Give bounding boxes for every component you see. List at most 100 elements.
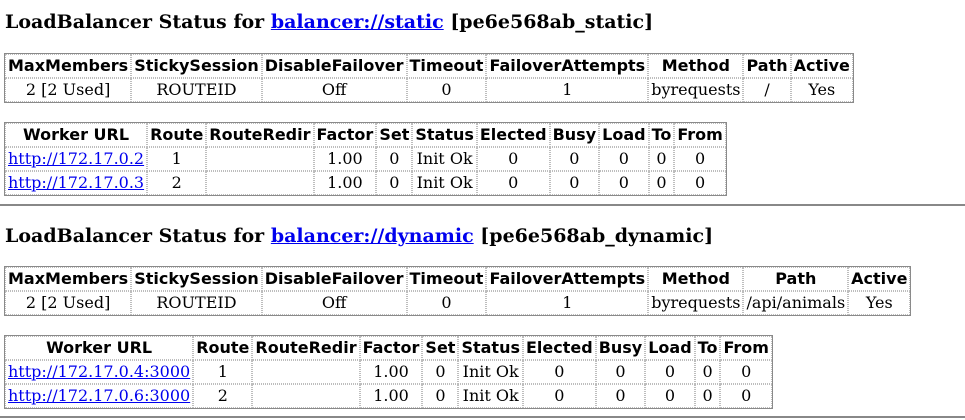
summary-cell: Off [261,78,407,102]
worker-table: Worker URL Route RouteRedir Factor Set Status… [4,335,773,409]
worker-header: Status [412,123,477,147]
summary-cell: Yes [790,78,853,102]
worker-cell [206,147,314,171]
summary-header: FailoverAttempts [486,54,649,78]
summary-cell: Off [261,291,407,315]
summary-header: MaxMembers [5,54,132,78]
worker-table: Worker URL Route RouteRedir Factor Set Status… [4,122,727,196]
worker-cell [252,384,360,408]
balancer-title-prefix: LoadBalancer Status for [5,225,265,247]
summary-cell: ROUTEID [131,78,262,102]
summary-header: StickySession [131,267,262,291]
worker-cell: 0 [522,360,596,384]
worker-header: Busy [549,123,600,147]
worker-header: Load [645,336,695,360]
summary-header: Timeout [406,267,487,291]
summary-header: Path [743,267,849,291]
worker-cell: 0 [595,384,646,408]
summary-cell: 0 [406,291,487,315]
worker-cell: 0 [674,147,726,171]
summary-cell: / [743,78,791,102]
summary-header: FailoverAttempts [486,267,649,291]
worker-cell: 1.00 [359,360,423,384]
summary-header: StickySession [131,54,262,78]
worker-cell: Init Ok [412,147,477,171]
worker-cell: 1 [193,360,253,384]
worker-cell: 0 [694,384,721,408]
worker-cell: 0 [549,147,600,171]
worker-cell: 1.00 [313,171,377,195]
worker-cell: 0 [720,384,772,408]
summary-cell: 0 [406,78,487,102]
worker-header: Load [599,123,649,147]
worker-header: Route [193,336,253,360]
summary-cell: 2 [2 Used] [5,291,132,315]
worker-header: Set [422,336,459,360]
summary-header: Path [743,54,791,78]
balancer-link[interactable]: balancer://static [271,11,444,33]
balancer-title: LoadBalancer Status for balancer://stati… [5,11,653,33]
worker-cell: 0 [674,171,726,195]
worker-header: Worker URL [5,123,148,147]
summary-cell: /api/animals [743,291,849,315]
worker-row: http://172.17.0.3 2 1.00 0 Init Ok 0 0 0 0 0 [5,171,726,195]
balancer-id: [pe6e568ab_static] [450,11,654,33]
worker-cell: Init Ok [458,360,523,384]
worker-cell: 0 [645,384,695,408]
worker-url-link[interactable]: http://172.17.0.4:3000 [8,362,190,381]
worker-cell: 0 [595,360,646,384]
worker-header: To [694,336,721,360]
summary-header: Active [848,267,911,291]
summary-cell: Yes [848,291,911,315]
worker-cell: 0 [599,171,649,195]
worker-cell: Init Ok [412,171,477,195]
worker-header: To [648,123,675,147]
worker-cell: 1.00 [313,147,377,171]
worker-header: Factor [313,123,377,147]
worker-cell: 0 [422,384,459,408]
worker-header: Factor [359,336,423,360]
worker-url-link[interactable]: http://172.17.0.6:3000 [8,386,190,405]
worker-cell: 0 [376,147,413,171]
worker-cell: Init Ok [458,384,523,408]
worker-cell: 0 [648,171,675,195]
worker-cell: 0 [522,384,596,408]
worker-url-cell: http://172.17.0.6:3000 [5,384,194,408]
summary-cell: byrequests [648,78,744,102]
worker-header: Elected [522,336,596,360]
worker-url-link[interactable]: http://172.17.0.3 [8,173,144,192]
summary-header: MaxMembers [5,267,132,291]
summary-header: Active [790,54,853,78]
worker-header: Set [376,123,413,147]
worker-cell: 0 [376,171,413,195]
worker-header: Status [458,336,523,360]
worker-cell: 0 [648,147,675,171]
worker-url-cell: http://172.17.0.3 [5,171,148,195]
worker-header: Elected [476,123,550,147]
worker-cell [252,360,360,384]
summary-header: Method [648,54,744,78]
worker-header: From [720,336,772,360]
worker-header: Busy [595,336,646,360]
summary-cell: 1 [486,291,649,315]
summary-cell: byrequests [648,291,744,315]
worker-cell: 1.00 [359,384,423,408]
worker-cell [206,171,314,195]
balancer-link[interactable]: balancer://dynamic [271,225,474,247]
worker-cell: 0 [476,171,550,195]
worker-cell: 0 [694,360,721,384]
summary-header: DisableFailover [261,54,407,78]
worker-cell: 2 [147,171,207,195]
summary-header: Timeout [406,54,487,78]
summary-header: Method [648,267,744,291]
summary-cell: 1 [486,78,649,102]
section-divider [0,416,965,418]
worker-header: Route [147,123,207,147]
worker-cell: 0 [476,147,550,171]
section-divider [0,204,965,206]
balancer-title: LoadBalancer Status for balancer://dynam… [5,225,713,247]
worker-url-link[interactable]: http://172.17.0.2 [8,149,144,168]
summary-cell: 2 [2 Used] [5,78,132,102]
worker-cell: 0 [422,360,459,384]
worker-cell: 0 [645,360,695,384]
